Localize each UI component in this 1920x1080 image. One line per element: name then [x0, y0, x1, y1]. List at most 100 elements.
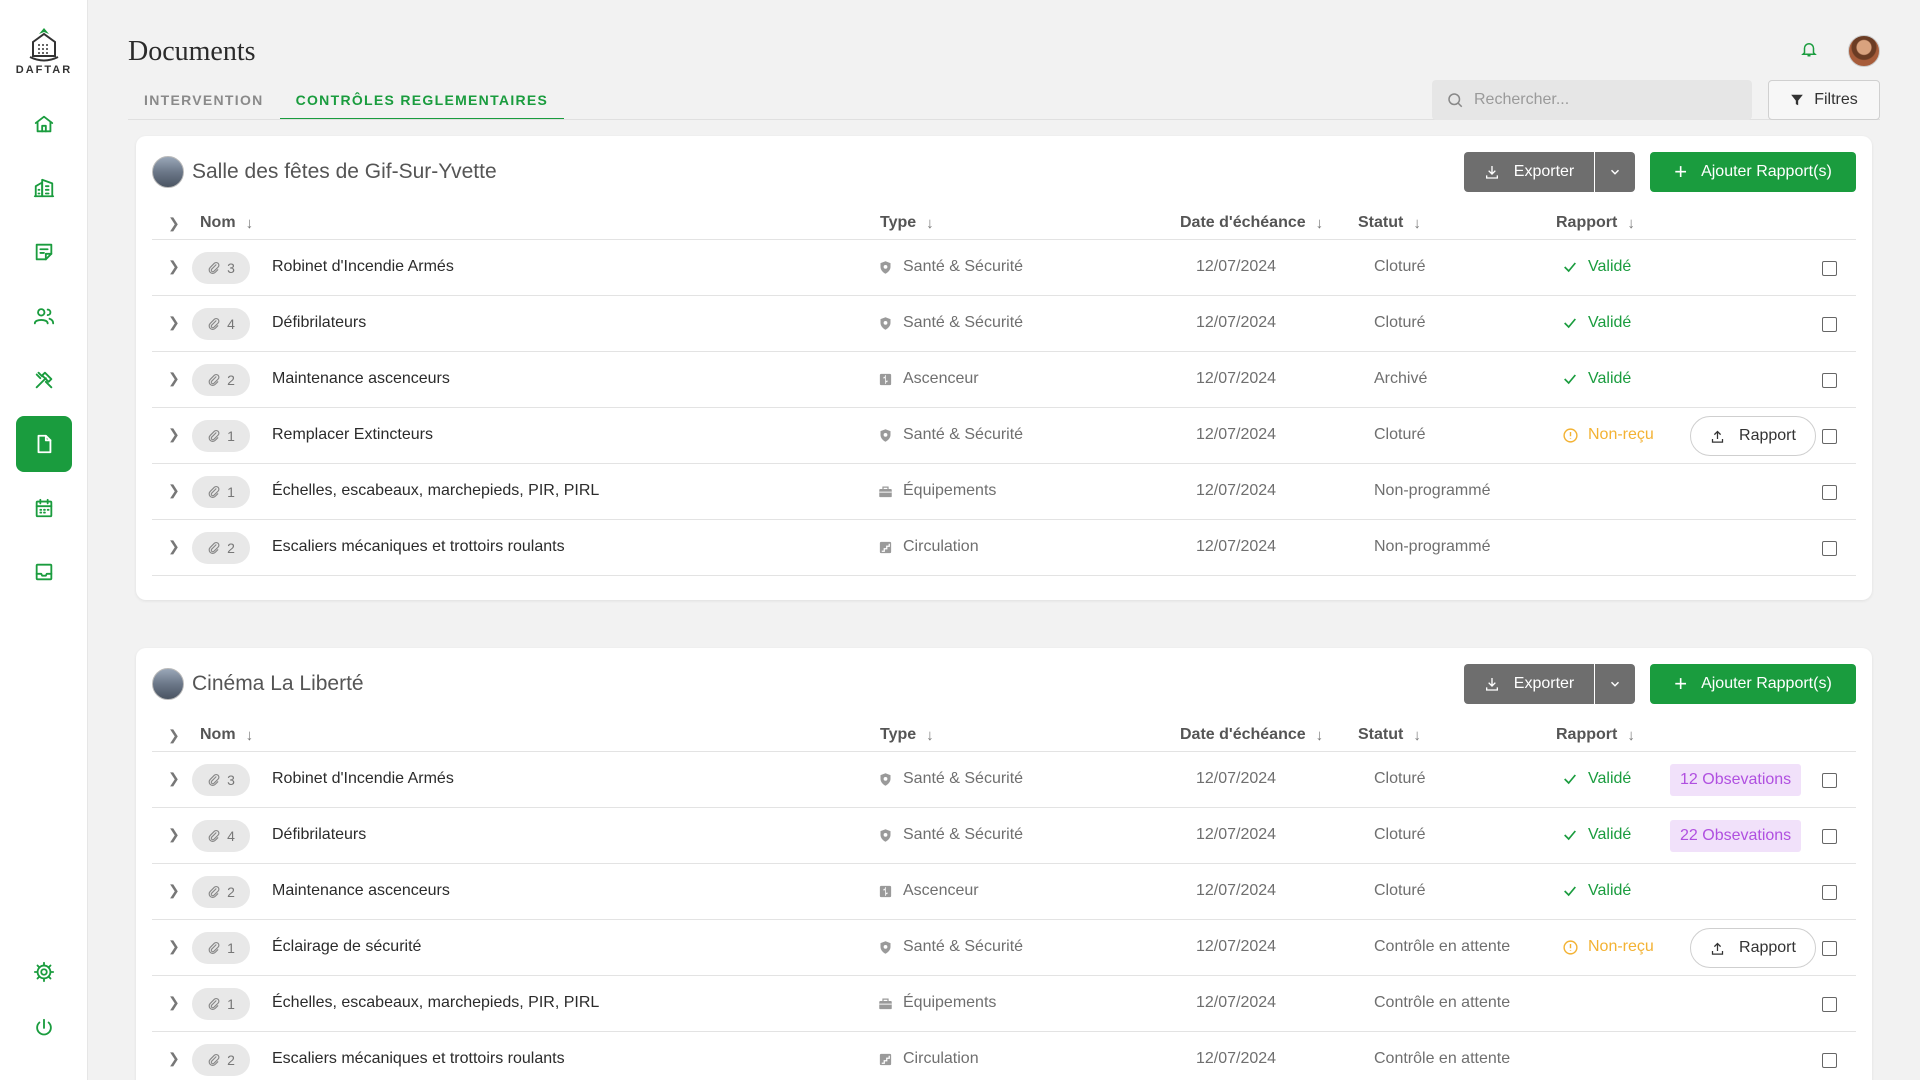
attachments-badge[interactable]: 2 [192, 1044, 250, 1076]
table-row[interactable]: ❯ 2 Maintenance ascenceurs Ascenceur 12/07/2… [152, 352, 1856, 408]
column-header-type[interactable]: Type ↓ [880, 726, 934, 744]
expand-row-chevron-icon[interactable]: ❯ [168, 426, 180, 443]
sidebar-item-logout[interactable] [16, 1000, 72, 1056]
table-row[interactable]: ❯ 4 Défibrilateurs Santé & Sécurité 12/07/20… [152, 296, 1856, 352]
table-row[interactable]: ❯ 2 Maintenance ascenceurs Ascenceur 12/07/2… [152, 864, 1856, 920]
expand-row-chevron-icon[interactable]: ❯ [168, 258, 180, 275]
row-checkbox[interactable] [1822, 997, 1837, 1012]
upload-report-button[interactable]: Rapport [1690, 928, 1816, 968]
row-due-date: 12/07/2024 [1196, 938, 1277, 955]
tab-controles-reglementaires[interactable]: CONTRÔLES REGLEMENTAIRES [279, 84, 565, 120]
row-checkbox[interactable] [1822, 941, 1837, 956]
attachments-badge[interactable]: 3 [192, 252, 250, 284]
table-row[interactable]: ❯ 1 Échelles, escabeaux, marchepieds, PIR,… [152, 464, 1856, 520]
table-row[interactable]: ❯ 2 Escaliers mécaniques et trottoirs roul… [152, 1032, 1856, 1080]
sidebar-item-home[interactable] [16, 96, 72, 152]
expand-all-chevron-icon[interactable]: ❯ [168, 727, 180, 744]
column-header-due-date[interactable]: Date d'échéance ↓ [1180, 214, 1323, 232]
export-button[interactable]: Exporter [1464, 152, 1594, 192]
table-row[interactable]: ❯ 4 Défibrilateurs Santé & Sécurité 12/07/20… [152, 808, 1856, 864]
attachments-badge[interactable]: 3 [192, 764, 250, 796]
table-header: ❯ Nom ↓ Type ↓ Date d'échéance ↓ Statut ↓ Ra… [152, 720, 1856, 752]
table-row[interactable]: ❯ 2 Escaliers mécaniques et trottoirs roul… [152, 520, 1856, 576]
row-status: Contrôle en attente [1374, 1050, 1511, 1067]
row-checkbox[interactable] [1822, 829, 1837, 844]
attachments-badge[interactable]: 2 [192, 532, 250, 564]
sort-arrow-icon: ↓ [1627, 214, 1635, 232]
report-status-valid: Validé [1562, 882, 1631, 900]
column-header-type[interactable]: Type ↓ [880, 214, 934, 232]
column-header-name[interactable]: Nom ↓ [200, 214, 253, 232]
attachments-badge[interactable]: 2 [192, 364, 250, 396]
expand-row-chevron-icon[interactable]: ❯ [168, 938, 180, 955]
observations-badge[interactable]: 22 Obsevations [1670, 820, 1802, 852]
table-row[interactable]: ❯ 3 Robinet d'Incendie Armés Santé & Sécuri… [152, 240, 1856, 296]
attachments-badge[interactable]: 1 [192, 932, 250, 964]
search-box[interactable] [1432, 80, 1752, 120]
table-row[interactable]: ❯ 3 Robinet d'Incendie Armés Santé & Sécuri… [152, 752, 1856, 808]
row-checkbox[interactable] [1822, 261, 1837, 276]
attachments-badge[interactable]: 1 [192, 988, 250, 1020]
attachments-badge[interactable]: 4 [192, 308, 250, 340]
column-type-label: Type [880, 726, 917, 743]
warning-circle-icon [1563, 427, 1578, 443]
expand-all-chevron-icon[interactable]: ❯ [168, 215, 180, 232]
column-header-report[interactable]: Rapport ↓ [1556, 726, 1635, 744]
attachments-badge[interactable]: 1 [192, 476, 250, 508]
expand-row-chevron-icon[interactable]: ❯ [168, 538, 180, 555]
user-avatar[interactable] [1848, 35, 1880, 67]
column-header-status[interactable]: Statut ↓ [1358, 214, 1421, 232]
column-header-name[interactable]: Nom ↓ [200, 726, 253, 744]
row-checkbox[interactable] [1822, 885, 1837, 900]
row-name: Maintenance ascenceurs [272, 882, 450, 899]
expand-row-chevron-icon[interactable]: ❯ [168, 882, 180, 899]
expand-row-chevron-icon[interactable]: ❯ [168, 826, 180, 843]
tab-intervention[interactable]: INTERVENTION [128, 84, 280, 120]
search-input[interactable] [1474, 91, 1744, 109]
export-button[interactable]: Exporter [1464, 664, 1594, 704]
row-name: Éclairage de sécurité [272, 938, 422, 955]
add-report-button[interactable]: + Ajouter Rapport(s) [1650, 664, 1856, 704]
column-header-status[interactable]: Statut ↓ [1358, 726, 1421, 744]
table-row[interactable]: ❯ 1 Échelles, escabeaux, marchepieds, PIR,… [152, 976, 1856, 1032]
attachments-badge[interactable]: 2 [192, 876, 250, 908]
sidebar: DAFTAR [0, 0, 88, 1080]
column-header-report[interactable]: Rapport ↓ [1556, 214, 1635, 232]
expand-row-chevron-icon[interactable]: ❯ [168, 994, 180, 1011]
row-checkbox[interactable] [1822, 485, 1837, 500]
paperclip-icon [208, 261, 220, 274]
sidebar-item-documents[interactable] [16, 416, 72, 472]
attachments-badge[interactable]: 4 [192, 820, 250, 852]
column-header-due-date[interactable]: Date d'échéance ↓ [1180, 726, 1323, 744]
upload-report-button[interactable]: Rapport [1690, 416, 1816, 456]
brand-logo[interactable]: DAFTAR [0, 26, 88, 76]
row-checkbox[interactable] [1822, 1053, 1837, 1068]
expand-row-chevron-icon[interactable]: ❯ [168, 770, 180, 787]
notifications-button[interactable] [1800, 40, 1824, 64]
expand-row-chevron-icon[interactable]: ❯ [168, 370, 180, 387]
expand-row-chevron-icon[interactable]: ❯ [168, 314, 180, 331]
add-report-button[interactable]: + Ajouter Rapport(s) [1650, 152, 1856, 192]
row-checkbox[interactable] [1822, 429, 1837, 444]
row-checkbox[interactable] [1822, 541, 1837, 556]
sidebar-item-tools[interactable] [16, 352, 72, 408]
table-row[interactable]: ❯ 1 Éclairage de sécurité Santé & Sécurité 1… [152, 920, 1856, 976]
export-dropdown-button[interactable] [1595, 664, 1635, 704]
export-dropdown-button[interactable] [1595, 152, 1635, 192]
sidebar-item-notes[interactable] [16, 224, 72, 280]
row-checkbox[interactable] [1822, 317, 1837, 332]
attachments-badge[interactable]: 1 [192, 420, 250, 452]
table-row[interactable]: ❯ 1 Remplacer Extincteurs Santé & Sécurité 1… [152, 408, 1856, 464]
observations-badge[interactable]: 12 Obsevations [1670, 764, 1802, 796]
sidebar-item-buildings[interactable] [16, 160, 72, 216]
sidebar-item-calendar[interactable] [16, 480, 72, 536]
filters-button[interactable]: Filtres [1768, 80, 1880, 120]
sidebar-item-inbox[interactable] [16, 544, 72, 600]
sidebar-item-settings[interactable] [16, 944, 72, 1000]
sidebar-item-users[interactable] [16, 288, 72, 344]
expand-row-chevron-icon[interactable]: ❯ [168, 482, 180, 499]
row-checkbox[interactable] [1822, 773, 1837, 788]
attachments-count: 4 [227, 828, 235, 844]
expand-row-chevron-icon[interactable]: ❯ [168, 1050, 180, 1067]
row-checkbox[interactable] [1822, 373, 1837, 388]
